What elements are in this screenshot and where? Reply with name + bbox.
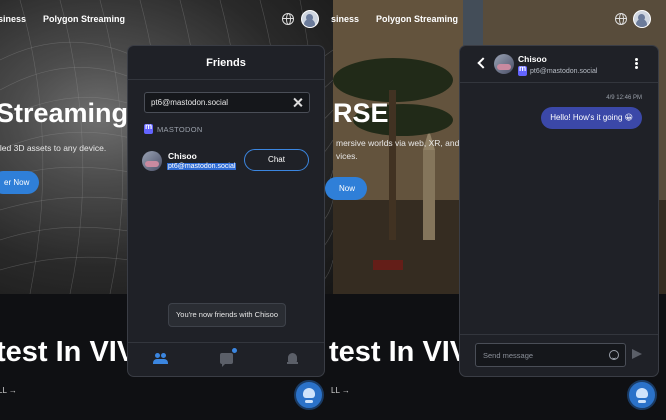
hero-subtitle-line2: vices. [336, 151, 358, 161]
hero-subtitle: iled 3D assets to any device. [0, 143, 107, 153]
nav-link-polygon-streaming[interactable]: Polygon Streaming [376, 14, 458, 24]
hero-cta-button[interactable]: er Now [0, 171, 40, 194]
more-options-icon[interactable] [635, 58, 638, 61]
chat-header: Chisoo pt6@mastodon.social [460, 46, 658, 83]
panel-title: Friends [206, 57, 246, 69]
back-arrow-icon[interactable] [477, 57, 489, 69]
globe-icon[interactable] [282, 13, 294, 25]
section-headline: test In VIV [329, 336, 470, 368]
toast-message: You're now friends with Chisoo [168, 303, 286, 327]
contact-handle: pt6@mastodon.social [530, 67, 598, 75]
contact-avatar [494, 54, 514, 74]
chat-composer [460, 334, 658, 376]
nav-link-polygon-streaming[interactable]: Polygon Streaming [43, 14, 125, 24]
social-launcher-button[interactable] [294, 380, 324, 410]
user-avatar[interactable] [633, 10, 651, 28]
divider [128, 79, 324, 80]
network-header: MASTODON [144, 122, 203, 135]
friends-panel: Friends MASTODON Chisoo pt6@mastodon.soc… [127, 45, 325, 377]
send-icon[interactable] [632, 349, 642, 359]
section-headline: test In VIV [0, 336, 137, 368]
notifications-tab-icon[interactable] [287, 353, 298, 365]
view-all-link[interactable]: LL → [0, 386, 17, 395]
messages-tab-icon[interactable] [220, 353, 233, 367]
friends-tab-icon[interactable] [153, 353, 169, 365]
message-input[interactable] [483, 348, 603, 363]
chat-button[interactable]: Chat [244, 149, 309, 171]
view-all-link[interactable]: LL → [331, 386, 350, 395]
friend-avatar [142, 151, 162, 171]
nav-link-business[interactable]: siness [0, 14, 26, 24]
hero-cta-button[interactable]: Now [325, 177, 368, 200]
globe-icon[interactable] [615, 13, 627, 25]
friend-name: Chisoo [168, 151, 197, 161]
hero-title: Streaming [0, 98, 129, 128]
emoji-icon[interactable] [609, 350, 619, 360]
message-field[interactable] [475, 343, 626, 367]
contact-handle-row: pt6@mastodon.social [518, 64, 598, 76]
network-label: MASTODON [157, 124, 203, 134]
hero-title: RSE [333, 98, 389, 128]
hero-subtitle-line1: mersive worlds via web, XR, and [336, 138, 460, 148]
social-launcher-button[interactable] [627, 380, 657, 410]
message-timestamp: 4/9 12:46 PM [606, 95, 642, 101]
friend-search-input[interactable] [151, 95, 286, 110]
user-avatar[interactable] [301, 10, 319, 28]
nav-link-business[interactable]: siness [331, 14, 359, 24]
outgoing-message-bubble: Hello! How's it going 😀 [541, 107, 642, 129]
screen: siness Polygon Streaming Streaming iled … [0, 0, 666, 420]
friend-handle: pt6@mastodon.social [167, 163, 237, 170]
clear-icon[interactable] [292, 97, 303, 108]
chat-panel: Chisoo pt6@mastodon.social 4/9 12:46 PM … [459, 45, 659, 377]
friend-search-field[interactable] [144, 92, 310, 113]
panel-tab-bar [128, 342, 324, 376]
contact-name: Chisoo [518, 54, 547, 64]
unread-badge [231, 347, 238, 354]
mastodon-icon [518, 64, 527, 76]
mastodon-icon [144, 122, 153, 134]
